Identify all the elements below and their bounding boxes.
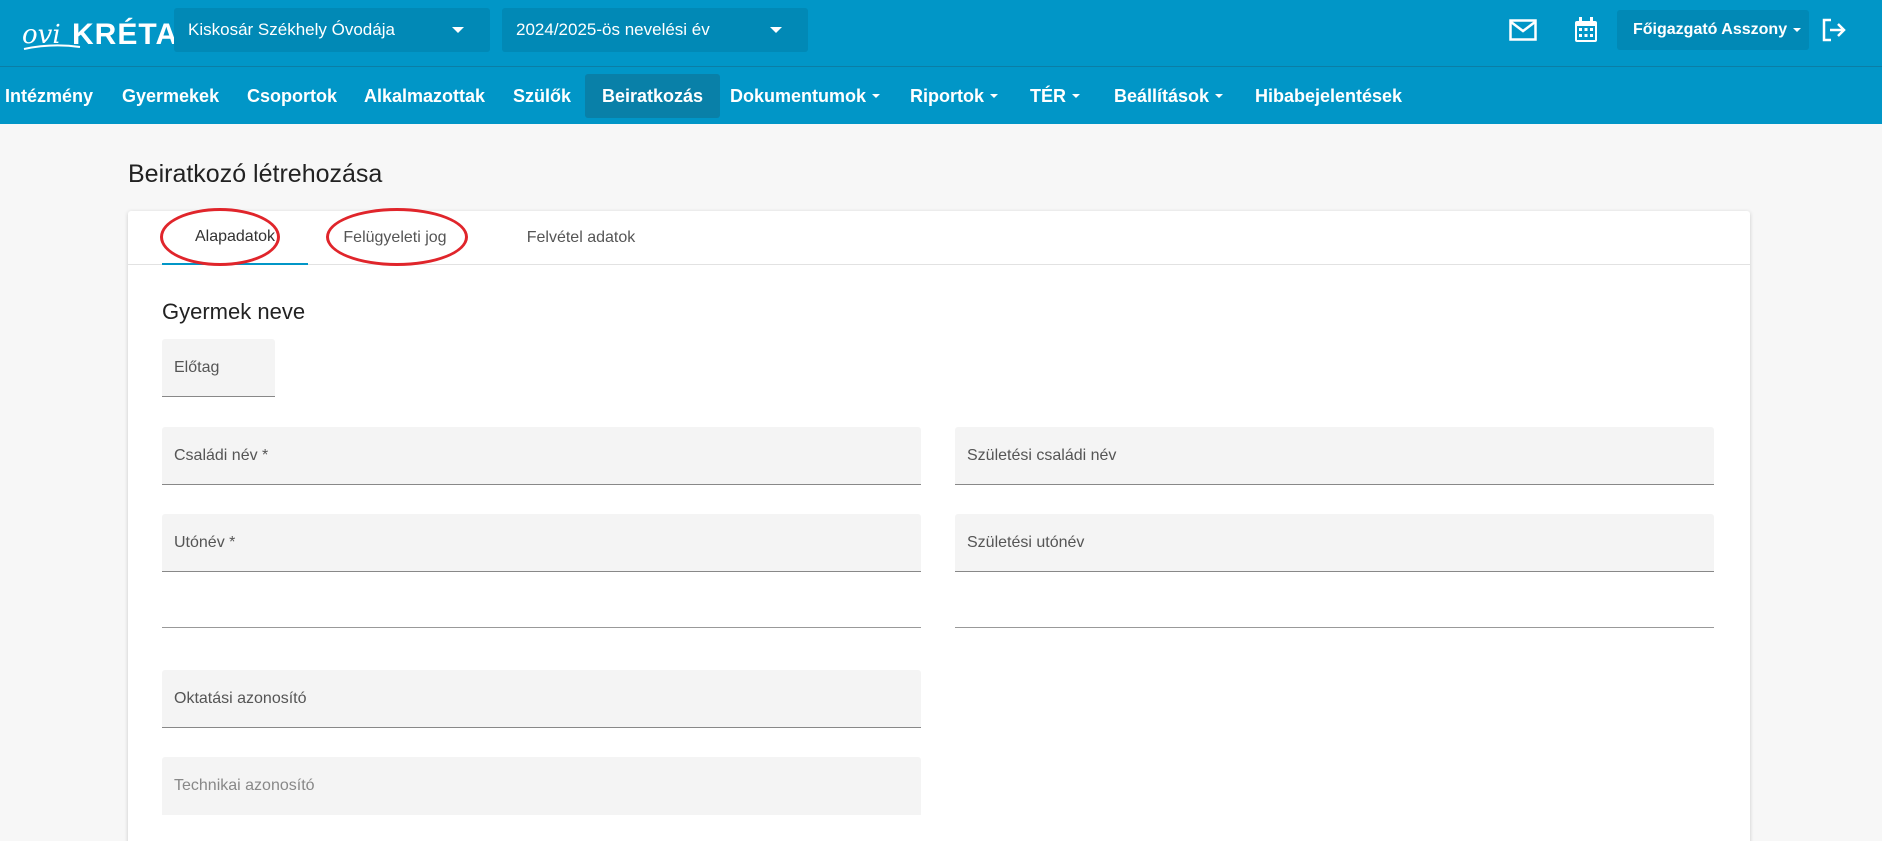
nav-label: Hibabejelentések — [1255, 85, 1403, 106]
nav-label: Gyermekek — [122, 85, 220, 106]
tab-alapadatok[interactable]: Alapadatok — [162, 211, 308, 265]
field-label: Születési utónév — [967, 534, 1085, 551]
nav-item-beiratkozas[interactable]: Beiratkozás — [585, 74, 721, 118]
ovikreta-logo[interactable]: ovi KRÉTA — [22, 8, 177, 54]
field-label: Technikai azonosító — [174, 777, 315, 794]
chevron-down-icon — [452, 27, 464, 33]
second-given-name-field[interactable] — [162, 627, 921, 628]
form-tabs: Alapadatok Felügyeleti jog Felvétel adat… — [128, 208, 1750, 266]
year-select[interactable]: 2024/2025-ös nevelési év — [502, 8, 808, 52]
nav-label: Alkalmazottak — [364, 85, 486, 106]
logout-icon[interactable] — [1818, 14, 1850, 46]
nav-item-dokumentumok[interactable]: Dokumentumok — [730, 74, 881, 118]
field-label: Utónév * — [174, 534, 236, 551]
field-label: Oktatási azonosító — [174, 690, 307, 707]
chevron-down-icon — [872, 94, 881, 98]
year-select-value: 2024/2025-ös nevelési év — [516, 20, 710, 39]
chevron-down-icon — [1793, 28, 1802, 32]
nav-label: Beállítások — [1114, 85, 1210, 106]
chevron-down-icon — [990, 94, 998, 98]
nav-item-intezmeny[interactable]: Intézmény — [5, 74, 93, 118]
chevron-down-icon — [1215, 94, 1224, 98]
field-label: Családi név * — [174, 447, 269, 464]
logo-kreta-text: KRÉTA — [72, 18, 179, 51]
nav-label: Szülők — [513, 85, 572, 106]
nav-label: Csoportok — [247, 85, 337, 106]
tab-felugyeleti-jog[interactable]: Felügyeleti jog — [320, 211, 470, 265]
tab-label: Felvétel adatok — [526, 229, 636, 246]
given-name-field[interactable]: Utónév * — [162, 514, 921, 572]
birth-given-name-field[interactable]: Születési utónév — [955, 514, 1714, 572]
user-name: Főigazgató Asszony — [1633, 21, 1788, 38]
calendar-icon[interactable] — [1570, 14, 1602, 46]
birth-family-name-field[interactable]: Születési családi név — [955, 427, 1714, 485]
nav-label: TÉR — [1030, 85, 1066, 106]
nav-item-gyermekek[interactable]: Gyermekek — [122, 74, 219, 118]
main-navigation: Intézmény Gyermekek Csoportok Alkalmazot… — [0, 66, 1882, 124]
tab-label: Felügyeleti jog — [343, 229, 447, 246]
nav-item-beallitasok[interactable]: Beállítások — [1114, 74, 1224, 118]
school-select-value: Kiskosár Székhely Óvodája — [188, 20, 395, 39]
technical-id-field: Technikai azonosító — [162, 757, 921, 815]
chevron-down-icon — [1072, 94, 1080, 98]
nav-item-hibabejelentesek[interactable]: Hibabejelentések — [1255, 74, 1402, 118]
nav-item-ter[interactable]: TÉR — [1030, 74, 1080, 118]
education-id-field[interactable]: Oktatási azonosító — [162, 670, 921, 728]
prefix-field[interactable]: Előtag — [162, 339, 275, 397]
nav-label: Beiratkozás — [602, 85, 704, 106]
chevron-down-icon — [770, 27, 782, 33]
tab-felvetel-adatok[interactable]: Felvétel adatok — [500, 211, 662, 265]
mail-icon[interactable] — [1507, 14, 1539, 46]
nav-item-szulok[interactable]: Szülők — [513, 74, 571, 118]
user-menu-button[interactable]: Főigazgató Asszony — [1617, 10, 1809, 50]
nav-label: Dokumentumok — [730, 85, 867, 106]
school-select[interactable]: Kiskosár Székhely Óvodája — [174, 8, 490, 52]
form-card: Alapadatok Felügyeleti jog Felvétel adat… — [128, 208, 1750, 841]
section-title: Gyermek neve — [162, 299, 306, 324]
nav-label: Riportok — [910, 85, 984, 106]
field-label: Születési családi név — [967, 447, 1117, 464]
nav-item-alkalmazottak[interactable]: Alkalmazottak — [364, 74, 485, 118]
second-birth-given-name-field[interactable] — [955, 627, 1714, 628]
nav-item-riportok[interactable]: Riportok — [910, 74, 998, 118]
nav-item-csoportok[interactable]: Csoportok — [247, 74, 337, 118]
page-title: Beiratkozó létrehozása — [128, 160, 383, 188]
logo-swoosh-icon — [23, 44, 81, 50]
tab-label: Alapadatok — [194, 228, 276, 245]
nav-label: Intézmény — [5, 85, 94, 106]
top-bar: ovi KRÉTA Kiskosár Székhely Óvodája 2024… — [0, 0, 1882, 66]
family-name-field[interactable]: Családi név * — [162, 427, 921, 485]
field-label: Előtag — [174, 359, 220, 376]
